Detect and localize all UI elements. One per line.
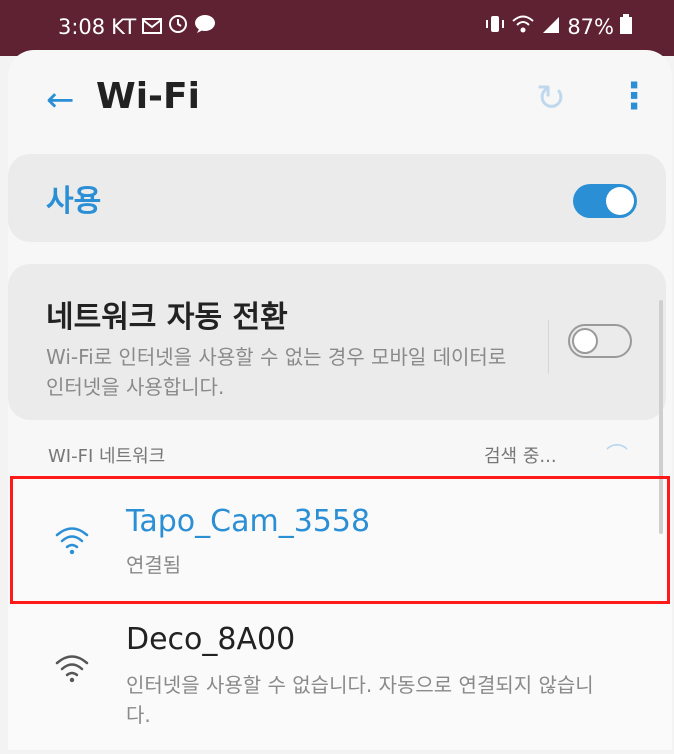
selection-highlight-box [10, 476, 670, 604]
cell-signal-icon [541, 15, 561, 39]
toggle-knob [572, 328, 598, 354]
network-name: Deco_8A00 [126, 622, 296, 657]
refresh-icon[interactable]: ↻ [536, 78, 566, 119]
auto-switch-title: 네트워크 자동 전환 [46, 300, 288, 335]
back-arrow-icon[interactable]: ← [46, 80, 75, 120]
network-status: 인터넷을 사용할 수 없습니다. 자동으로 연결되지 않습니다. [126, 673, 594, 727]
wifi-strength-icon [54, 652, 90, 688]
carrier: KT [111, 14, 137, 39]
toggle-knob [606, 187, 634, 215]
status-bar-left: 3:08 KT [58, 14, 216, 39]
battery-level: 87% [567, 14, 614, 39]
wifi-master-toggle-row[interactable]: 사용 [8, 154, 666, 242]
vibrate-icon [485, 14, 505, 39]
app-bar: ← Wi-Fi ↻ ⋮ [8, 50, 672, 150]
wifi-toggle-switch[interactable] [573, 184, 637, 218]
auto-switch-description: Wi-Fi로 인터넷을 사용할 수 없는 경우 모바일 데이터로 인터넷을 사용… [46, 345, 507, 399]
message-icon [142, 15, 163, 39]
auto-switch-toggle[interactable] [568, 324, 632, 358]
page-title: Wi-Fi [96, 76, 200, 117]
status-bar-right: 87% [485, 14, 632, 39]
status-bar: 3:08 KT 87% [0, 0, 674, 56]
network-auto-switch-row[interactable]: 네트워크 자동 전환 Wi-Fi로 인터넷을 사용할 수 없는 경우 모바일 데… [8, 264, 666, 420]
chat-icon [194, 14, 216, 39]
scanning-spinner-icon: ⌒ [606, 444, 629, 469]
wifi-toggle-label: 사용 [46, 184, 102, 219]
more-options-icon[interactable]: ⋮ [616, 76, 652, 117]
clock: 3:08 [58, 14, 106, 39]
network-item-deco-8a00[interactable]: Deco_8A00 인터넷을 사용할 수 없습니다. 자동으로 연결되지 않습니… [8, 614, 672, 754]
wifi-signal-icon [511, 14, 535, 39]
networks-section-header: WI-FI 네트워크 [48, 446, 166, 467]
scanning-status: 검색 중... [484, 446, 557, 467]
battery-icon [620, 14, 632, 39]
wifi-settings-sheet: ← Wi-Fi ↻ ⋮ 사용 네트워크 자동 전환 Wi-Fi로 인터넷을 사용… [8, 50, 672, 750]
alarm-icon [168, 14, 188, 39]
divider [548, 320, 549, 374]
